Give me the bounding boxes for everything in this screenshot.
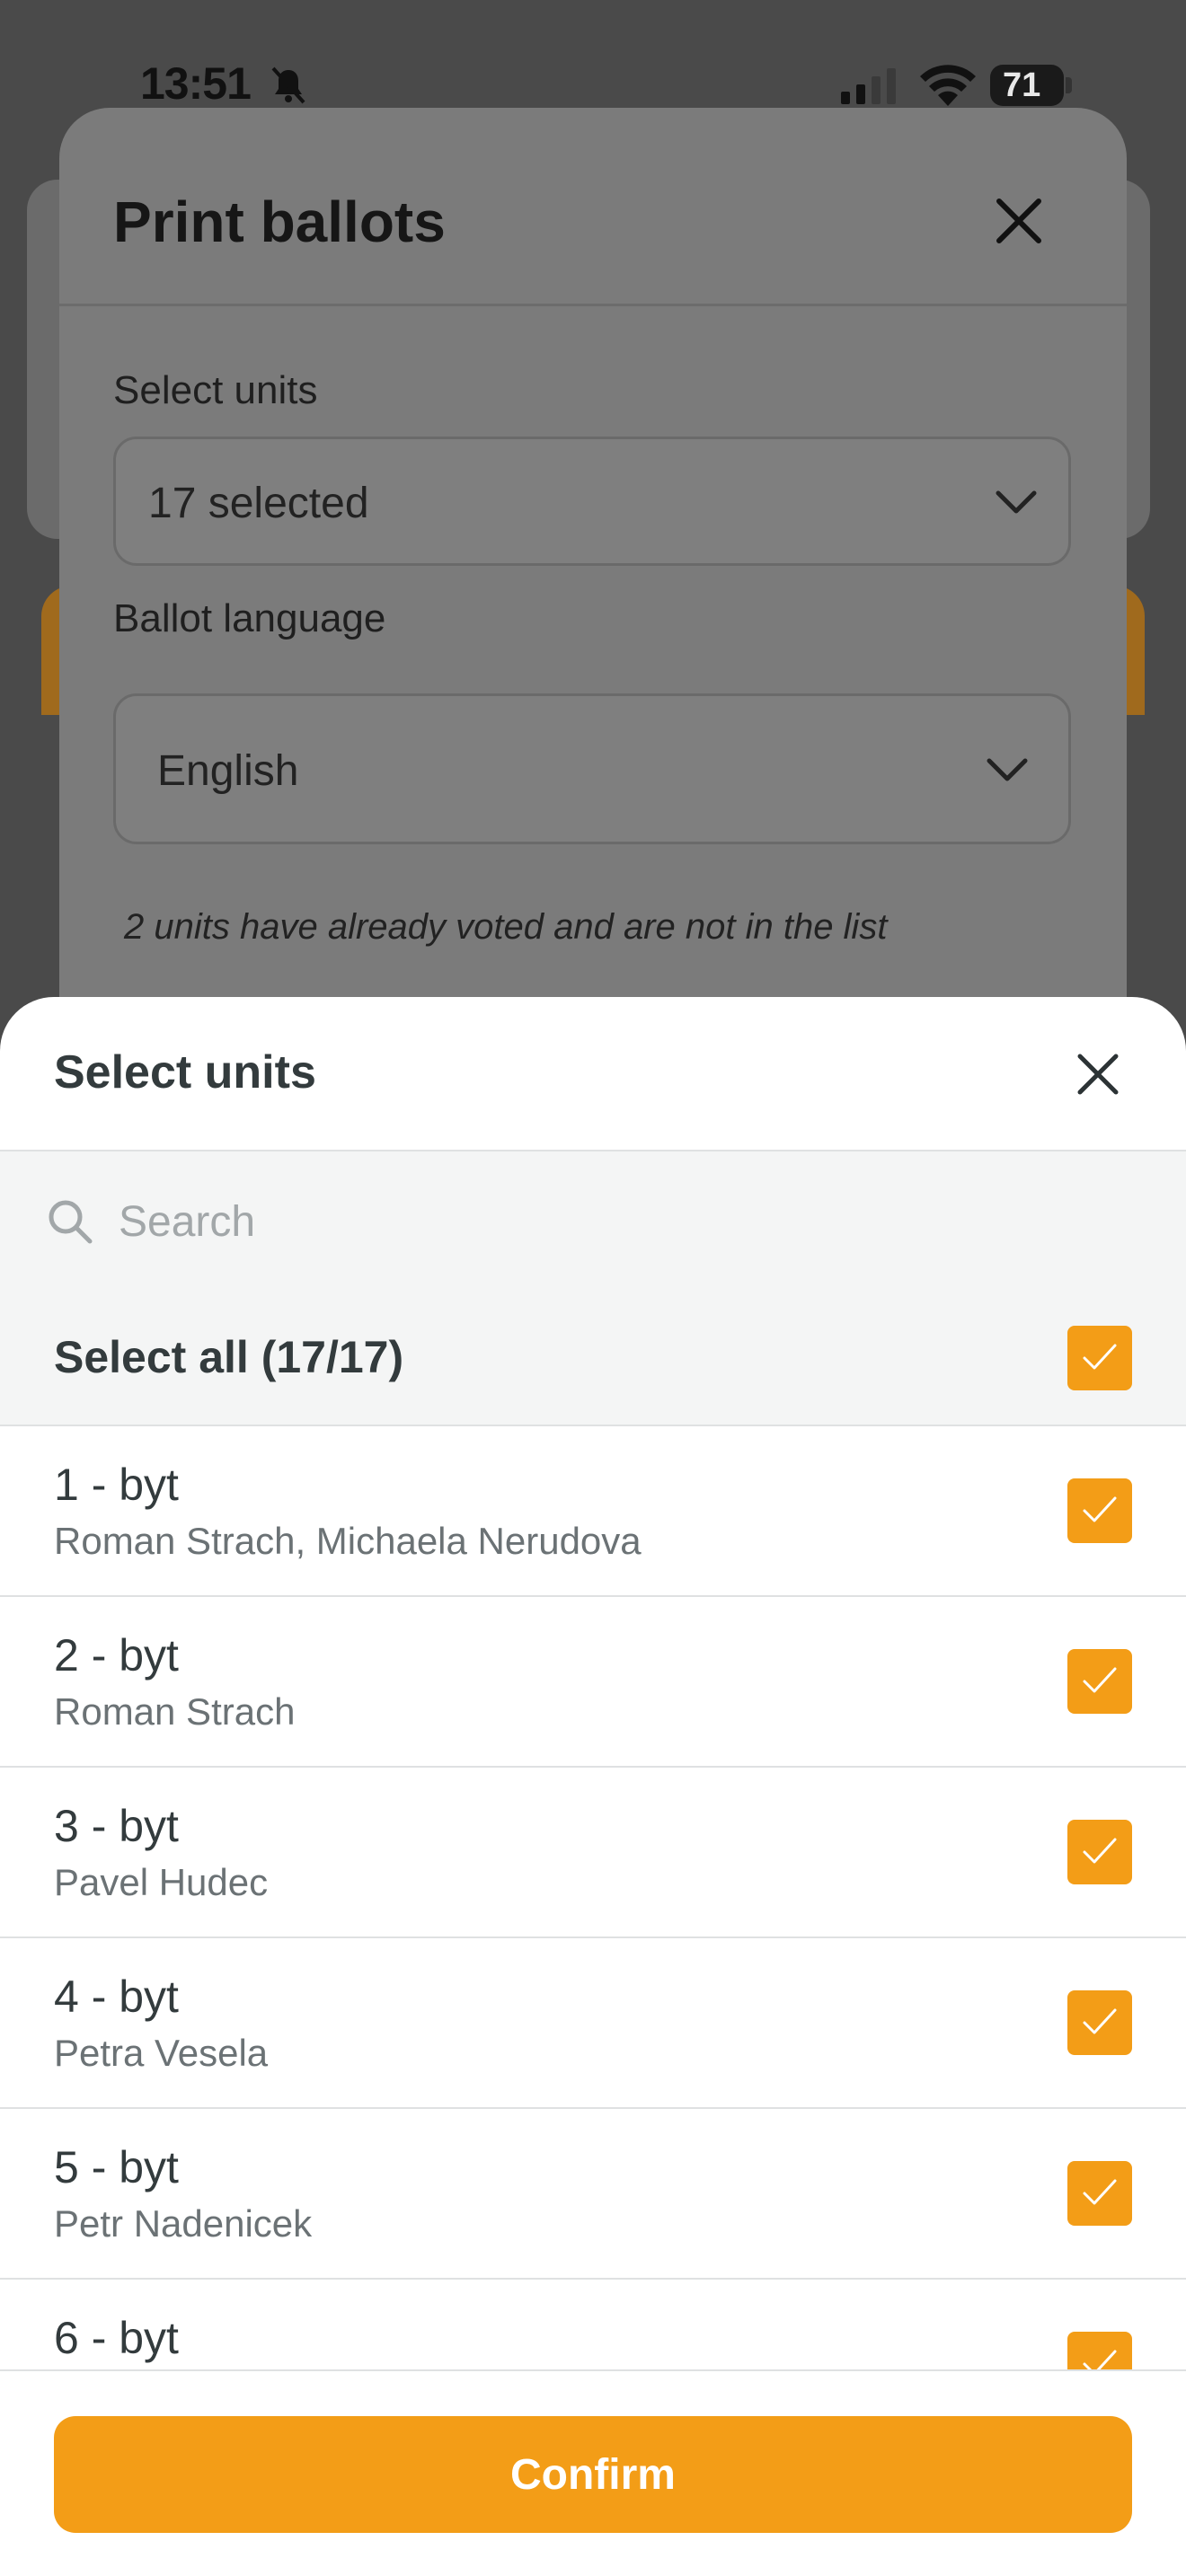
unit-checkbox[interactable] [1067,1990,1132,2055]
chevron-down-icon [996,490,1037,514]
silent-bell-icon [271,66,305,104]
checkmark-icon [1083,1344,1117,1370]
search-bar [0,1151,1186,1292]
chevron-down-icon [987,758,1028,781]
print-ballots-dialog: Print ballots Select units 17 selected B… [59,108,1127,1132]
search-icon [49,1200,93,1244]
language-select[interactable]: English [113,693,1071,844]
sheet-title: Select units [54,1046,316,1098]
unit-owner: Petra Vesela [54,2032,269,2074]
units-list: 1 - byt Roman Strach, Michaela Nerudova … [0,1426,1186,2468]
battery-icon: 71 [990,65,1073,106]
sheet-footer: Confirm [0,2369,1186,2576]
list-item[interactable]: 1 - byt Roman Strach, Michaela Nerudova [0,1426,1186,1597]
unit-checkbox[interactable] [1067,2161,1132,2226]
units-select-value: 17 selected [148,480,369,527]
battery-level: 71 [1003,66,1041,104]
unit-owner: Petr Nadenicek [54,2202,313,2245]
unit-title: 1 - byt [54,1460,179,1510]
dialog-title: Print ballots [113,190,446,254]
unit-owner: Roman Strach, Michaela Nerudova [54,1520,642,1562]
dialog-divider [59,304,1127,306]
select-units-sheet: Select units Select all (17/17) 1 - byt … [0,997,1186,2576]
select-all-row[interactable]: Select all (17/17) [0,1292,1186,1425]
status-time: 13:51 [140,58,252,109]
list-item[interactable]: 3 - byt Pavel Hudec [0,1768,1186,1938]
unit-title: 3 - byt [54,1801,179,1851]
select-all-checkbox[interactable] [1067,1326,1132,1390]
wifi-icon [920,65,976,106]
list-item[interactable]: 4 - byt Petra Vesela [0,1938,1186,2109]
checkmark-icon [1083,1838,1117,1864]
units-select[interactable]: 17 selected [113,437,1071,566]
language-select-value: English [157,747,299,795]
checkmark-icon [1083,2179,1117,2205]
units-label: Select units [113,368,318,412]
checkmark-icon [1083,1496,1117,1522]
unit-title: 4 - byt [54,1972,179,2022]
search-input[interactable] [119,1187,1143,1256]
list-item[interactable]: 5 - byt Petr Nadenicek [0,2109,1186,2280]
unit-checkbox[interactable] [1067,1478,1132,1543]
list-item[interactable]: 2 - byt Roman Strach [0,1597,1186,1768]
close-icon[interactable] [992,194,1046,248]
unit-owner: Pavel Hudec [54,1861,269,1903]
unit-checkbox[interactable] [1067,1820,1132,1884]
unit-owner: Roman Strach [54,1690,296,1733]
close-icon[interactable] [1075,1051,1121,1098]
voted-units-note: 2 units have already voted and are not i… [124,907,888,947]
confirm-button[interactable]: Confirm [54,2416,1132,2533]
checkmark-icon [1083,2008,1117,2034]
unit-title: 6 - byt [54,2313,179,2363]
signal-icon [841,68,896,104]
unit-title: 2 - byt [54,1630,179,1681]
checkmark-icon [1083,1667,1117,1693]
language-label: Ballot language [113,596,386,640]
unit-checkbox[interactable] [1067,1649,1132,1714]
unit-title: 5 - byt [54,2142,179,2192]
select-all-label: Select all (17/17) [54,1332,404,1382]
